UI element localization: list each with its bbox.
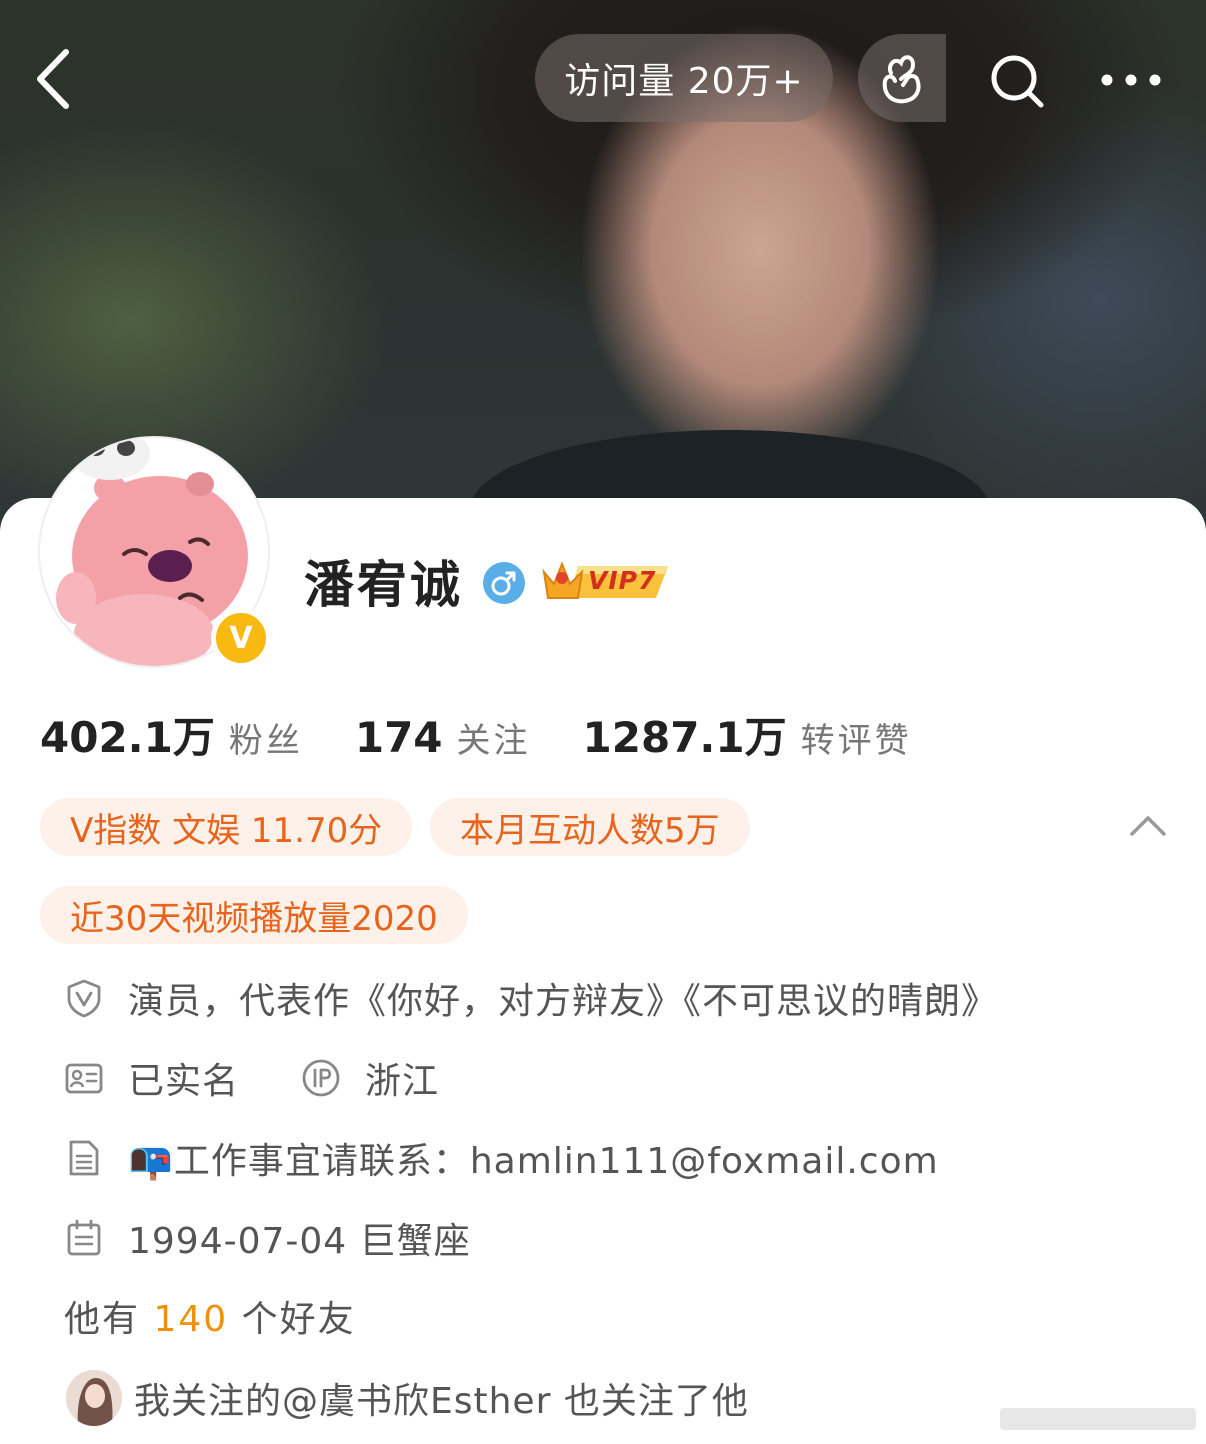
contact-text: 📭工作事宜请联系：hamlin111@foxmail.com bbox=[128, 1141, 939, 1182]
profile-name: 潘宥诚 bbox=[304, 556, 463, 614]
verified-badge: V bbox=[211, 608, 271, 668]
shield-v-icon bbox=[67, 979, 101, 1018]
friends-prefix: 他有 bbox=[64, 1299, 141, 1340]
collapse-button[interactable] bbox=[1126, 806, 1170, 842]
stat-following-label: 关注 bbox=[456, 721, 531, 761]
chevron-left-icon bbox=[37, 49, 69, 109]
mutual-avatar[interactable] bbox=[66, 1370, 122, 1426]
male-icon bbox=[483, 562, 525, 604]
search-icon bbox=[991, 55, 1044, 108]
info-row-identity: 已实名 浙江 bbox=[64, 1048, 439, 1108]
stats-row: 402.1万 粉丝 174 关注 1287.1万 转评赞 bbox=[40, 704, 964, 764]
mutual-follow-row[interactable]: 我关注的@虞书欣Esther 也关注了他 bbox=[66, 1370, 749, 1426]
tag-v-index[interactable]: V指数 文娱 11.70分 bbox=[40, 798, 413, 856]
stat-following[interactable]: 174 关注 bbox=[355, 713, 531, 762]
more-button[interactable] bbox=[1098, 62, 1164, 98]
intro-text: 演员，代表作《你好，对方辩友》《不可思议的晴朗》 bbox=[128, 981, 999, 1022]
realname-text: 已实名 bbox=[128, 1061, 240, 1102]
search-button[interactable] bbox=[986, 50, 1048, 112]
more-dots-icon bbox=[1101, 74, 1161, 86]
mutual-follow-text: 我关注的@虞书欣Esther 也关注了他 bbox=[134, 1381, 749, 1422]
back-button[interactable] bbox=[30, 44, 80, 114]
verified-badge-label: V bbox=[229, 620, 253, 656]
document-icon bbox=[69, 1140, 99, 1176]
info-row-birthday: 1994-07-04 巨蟹座 bbox=[64, 1208, 471, 1268]
friends-count[interactable]: 他有 140 个好友 bbox=[64, 1290, 356, 1342]
stat-followers-label: 粉丝 bbox=[228, 721, 303, 761]
friends-number: 140 bbox=[153, 1299, 229, 1340]
visit-count-pill[interactable]: 访问量 20万+ bbox=[535, 34, 833, 122]
ip-icon bbox=[302, 1059, 340, 1097]
friends-suffix: 个好友 bbox=[241, 1299, 356, 1340]
stat-interactions[interactable]: 1287.1万 转评赞 bbox=[583, 704, 912, 765]
id-card-icon bbox=[65, 1063, 103, 1094]
avatar-container[interactable]: V bbox=[38, 432, 271, 672]
mutual-avatar-image bbox=[66, 1370, 122, 1426]
chevron-up-icon bbox=[1130, 816, 1166, 836]
finger-heart-button[interactable] bbox=[858, 34, 946, 122]
calendar-icon bbox=[67, 1219, 101, 1256]
stat-following-value: 174 bbox=[354, 713, 443, 762]
stat-interactions-label: 转评赞 bbox=[800, 721, 912, 761]
visit-count-label: 访问量 20万+ bbox=[564, 61, 804, 102]
vip-level-label: VIP7 bbox=[588, 566, 657, 595]
stat-followers-value: 402.1万 bbox=[40, 713, 215, 762]
tag-monthly-interactions[interactable]: 本月互动人数5万 bbox=[430, 798, 750, 856]
tag-video-plays[interactable]: 近30天视频播放量2020 bbox=[40, 886, 468, 944]
watermark-icon bbox=[1000, 1408, 1196, 1430]
ip-location-text: 浙江 bbox=[365, 1061, 440, 1102]
stat-interactions-value: 1287.1万 bbox=[582, 713, 787, 762]
birthday-text: 1994-07-04 巨蟹座 bbox=[128, 1221, 471, 1262]
stat-followers[interactable]: 402.1万 粉丝 bbox=[40, 704, 303, 765]
info-row-intro[interactable]: 演员，代表作《你好，对方辩友》《不可思议的晴朗》 bbox=[64, 968, 998, 1028]
finger-heart-icon bbox=[882, 55, 921, 104]
info-row-contact[interactable]: 📭工作事宜请联系：hamlin111@foxmail.com bbox=[64, 1128, 939, 1188]
